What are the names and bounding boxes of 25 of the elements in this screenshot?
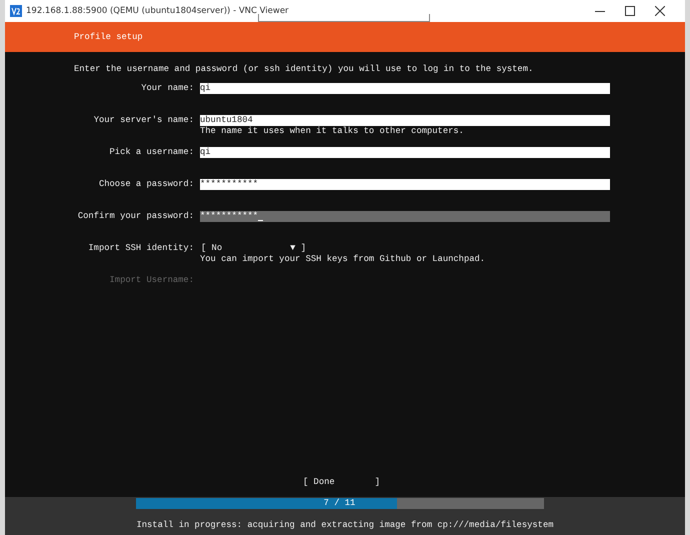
done-button[interactable]: [ Done ] (303, 477, 380, 487)
text-cursor (258, 220, 264, 221)
window-title: 192.168.1.88:5900 (QEMU (ubuntu1804server)) - VNC Viewer (26, 6, 289, 16)
input-field[interactable]: qi (200, 83, 610, 94)
field-label: Your name: (140, 83, 195, 95)
field-label: Import Username: (108, 275, 195, 287)
field-label: Your server's name: (92, 115, 195, 127)
input-field[interactable]: ubuntu1804 (200, 115, 610, 126)
status-text: Install in progress: acquiring and extracting image from cp:///media/filesystem (136, 520, 554, 530)
close-icon[interactable] (655, 6, 665, 16)
field-label: Pick a username: (108, 147, 195, 159)
header-title: Profile setup (74, 32, 143, 42)
dropdown[interactable]: [ No ▼ ] (200, 243, 306, 254)
password-field[interactable]: *********** (200, 211, 610, 222)
help-text: You can import your SSH keys from Github or Launchpad. (200, 254, 486, 265)
field-label: Confirm your password: (76, 211, 195, 223)
intro-text: Enter the username and password (or ssh identity) you will use to log in to the system. (74, 64, 534, 74)
field-label: Choose a password: (98, 179, 195, 191)
app-icon (10, 5, 22, 17)
input-field[interactable]: qi (200, 147, 610, 158)
maximize-icon[interactable] (625, 6, 635, 16)
field-label: Import SSH identity: (87, 243, 195, 255)
password-field[interactable]: *********** (200, 179, 610, 190)
progress-label: 7 / 11 (322, 498, 356, 509)
help-text: The name it uses when it talks to other computers. (200, 126, 465, 137)
